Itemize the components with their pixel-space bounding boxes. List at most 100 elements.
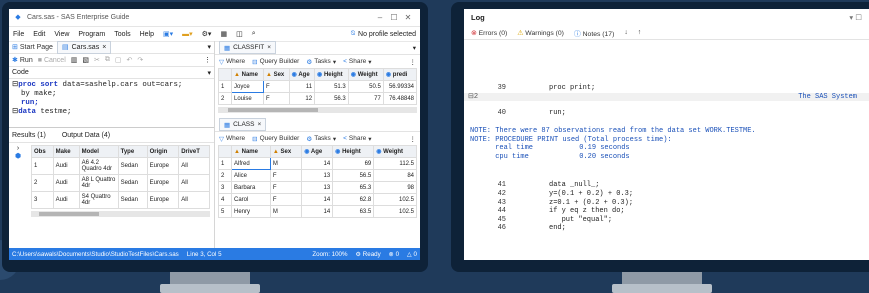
paste-icon[interactable]: ▢ xyxy=(115,56,122,64)
new-icon[interactable]: ▣▾ xyxy=(163,30,173,38)
tab-class[interactable]: ▦ CLASS × xyxy=(219,118,267,131)
menu-tools[interactable]: Tools xyxy=(114,31,130,38)
code-editor[interactable]: ⊟proc sort data=sashelp.cars out=cars; b… xyxy=(9,79,214,128)
tab-cars-sas[interactable]: ▤ Cars.sas × xyxy=(56,40,112,54)
tasks-button[interactable]: ⚙ Tasks ▾ xyxy=(306,135,336,143)
col-header-name[interactable]: ▲ Name xyxy=(231,68,264,81)
warnings-filter[interactable]: ⚠ Warnings (0) xyxy=(517,29,564,37)
close-tab-icon[interactable]: × xyxy=(267,44,271,51)
col-header-weight[interactable]: ◉ Weight xyxy=(347,68,384,81)
query-builder-button[interactable]: ⊟ Query Builder xyxy=(252,135,299,143)
window-icon[interactable]: ◫ xyxy=(236,30,243,38)
close-tab-icon[interactable]: × xyxy=(102,44,106,51)
col-header-height[interactable]: ◉ Height xyxy=(332,145,375,158)
tab-results[interactable]: Results (1) xyxy=(12,132,46,139)
tab-dropdown-icon[interactable]: ▾ xyxy=(207,43,211,51)
tasks-icon: ⚙ xyxy=(306,58,313,66)
log-note: NOTE: PROCEDURE PRINT used (Total proces… xyxy=(470,135,672,144)
results-col-header[interactable]: DriveT xyxy=(178,145,210,158)
tab-output-data[interactable]: Output Data (4) xyxy=(62,132,110,139)
tab-classfit[interactable]: ▦ CLASSFIT × xyxy=(219,41,277,54)
more-icon[interactable]: ⋮ xyxy=(204,56,211,64)
col-header-height[interactable]: ◉ Height xyxy=(314,68,349,81)
log-menu-icon[interactable]: ▾ ☐ xyxy=(849,13,862,22)
table-row[interactable]: 2 Alice F 13 56.5 84 xyxy=(218,169,417,182)
horizontal-scrollbar[interactable] xyxy=(218,107,417,113)
horizontal-scrollbar[interactable] xyxy=(31,211,210,217)
redo-icon[interactable]: ↷ xyxy=(137,56,143,64)
table-row[interactable]: 2 Audi A8 L Quattro 4dr Sedan Europe All xyxy=(31,174,210,192)
tab-dropdown-icon[interactable]: ▾ xyxy=(413,44,416,52)
format-icon[interactable]: ▧ xyxy=(82,56,89,64)
col-header-name[interactable]: ▲ Name xyxy=(231,145,271,158)
results-col-header[interactable]: Origin xyxy=(146,145,180,158)
cancel-button[interactable]: ■ Cancel xyxy=(38,57,66,64)
results-col-header[interactable]: Model xyxy=(78,145,119,158)
cut-icon[interactable]: ✂ xyxy=(94,56,100,64)
table-row[interactable]: 1 Audi A6 4.2 Quadro 4dr Sedan Europe All xyxy=(31,157,210,175)
col-header-age[interactable]: ◉ Age xyxy=(301,145,334,158)
table-row[interactable]: 2 Louise F 12 56.3 77 76.48848 xyxy=(218,92,418,105)
log-titlebar: Log ▾ ☐ xyxy=(464,9,869,26)
close-button[interactable]: ✕ xyxy=(401,13,415,22)
tasks-button[interactable]: ⚙ Tasks ▾ xyxy=(306,58,336,66)
status-bar: C:\Users\sawals\Documents\Studio\StudioT… xyxy=(9,248,420,260)
next-arrow-icon[interactable]: ↓ xyxy=(624,29,627,36)
table-row[interactable]: 3 Audi S4 Quattro 4dr Sedan Europe All xyxy=(31,191,210,209)
previous-arrow-icon[interactable]: ↑ xyxy=(638,29,641,36)
grid-icon[interactable]: ▦ xyxy=(220,30,227,38)
notes-filter[interactable]: ⓘ Notes (17) xyxy=(574,28,614,38)
expand-icon[interactable]: › xyxy=(9,145,27,152)
more-icon[interactable]: ⋮ xyxy=(410,58,417,66)
code-pane: ⊞ Start Page ▤ Cars.sas × ▾ ✱ Run ■ Cancel ▥ … xyxy=(9,40,215,248)
table-row[interactable]: 5 Henry M 14 63.5 102.5 xyxy=(218,205,417,218)
table-row[interactable]: 3 Barbara F 13 65.3 98 xyxy=(218,181,417,194)
open-folder-icon[interactable]: ▬▾ xyxy=(182,30,193,38)
col-header-sex[interactable]: ▲ Sex xyxy=(269,145,303,158)
table-row[interactable]: 1 Joyce F 11 51.3 50.5 56.99334 xyxy=(218,80,418,93)
query-builder-button[interactable]: ⊟ Query Builder xyxy=(252,58,299,66)
undo-icon[interactable]: ↶ xyxy=(127,56,133,64)
code-line: ⊟proc sort data=sashelp.cars out=cars; xyxy=(12,81,183,89)
minimize-button[interactable]: – xyxy=(373,13,387,22)
results-col-header[interactable]: Make xyxy=(52,145,80,158)
table-row[interactable]: 4 Carol F 14 62.8 102.5 xyxy=(218,193,417,206)
tab-start-page[interactable]: ⊞ Start Page xyxy=(12,43,53,52)
menu-view[interactable]: View xyxy=(54,31,69,38)
profile-selector[interactable]: ⍉ No profile selected xyxy=(351,30,416,38)
error-count[interactable]: ⊗ 0 xyxy=(389,251,399,258)
share-button[interactable]: < Share ▾ xyxy=(343,58,371,66)
more-icon[interactable]: ⋮ xyxy=(410,135,417,143)
menu-program[interactable]: Program xyxy=(78,31,105,38)
log-line: 39 proc print; xyxy=(497,84,596,93)
zoom-level[interactable]: Zoom: 100% xyxy=(312,251,347,258)
copy-icon[interactable]: ⧉ xyxy=(105,56,110,64)
code-dropdown-icon[interactable]: ▾ xyxy=(207,69,211,77)
results-col-header[interactable]: Obs xyxy=(31,145,54,158)
log-line: 44 if y eq z then do; xyxy=(497,207,625,216)
maximize-button[interactable]: ☐ xyxy=(387,13,401,22)
col-header-sex[interactable]: ▲ Sex xyxy=(262,68,290,81)
selected-cell[interactable]: Alfred xyxy=(231,157,271,170)
where-button[interactable]: ▽ Where xyxy=(219,135,245,143)
text-column-icon: ▲ xyxy=(234,148,240,155)
selected-cell[interactable]: Joyce xyxy=(231,80,264,93)
menu-help[interactable]: Help xyxy=(140,31,154,38)
results-col-header[interactable]: Type xyxy=(117,145,148,158)
share-button[interactable]: < Share ▾ xyxy=(343,135,371,143)
search-icon[interactable]: ⌕ xyxy=(252,30,256,38)
save-icon[interactable]: ▥ xyxy=(71,56,78,64)
col-header-weight[interactable]: ◉ Weight xyxy=(373,145,417,158)
where-button[interactable]: ▽ Where xyxy=(219,58,245,66)
menu-edit[interactable]: Edit xyxy=(33,31,45,38)
col-header-predict[interactable]: ◉ predi xyxy=(382,68,418,81)
menu-file[interactable]: File xyxy=(13,31,24,38)
close-tab-icon[interactable]: × xyxy=(257,121,261,128)
table-row[interactable]: 1 Alfred M 14 69 112.5 xyxy=(218,157,417,170)
run-button[interactable]: ✱ Run xyxy=(12,56,33,65)
warning-count[interactable]: △ 0 xyxy=(407,251,417,258)
errors-filter[interactable]: ⊗ Errors (0) xyxy=(471,29,507,37)
dataset-icon[interactable]: ⬢ xyxy=(9,152,27,160)
gear-icon[interactable]: ⚙▾ xyxy=(202,30,212,38)
col-header-age[interactable]: ◉ Age xyxy=(288,68,316,81)
